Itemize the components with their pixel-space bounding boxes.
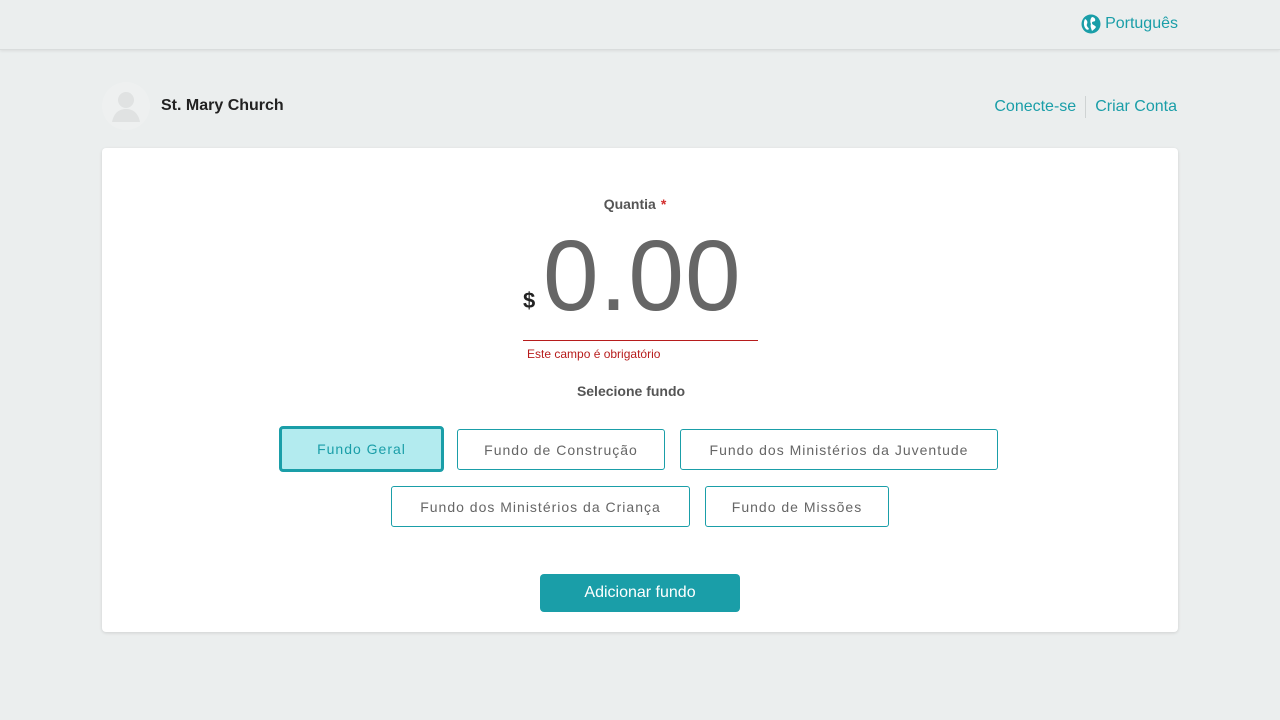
fund-option-youth-ministries[interactable]: Fundo dos Ministérios da Juventude [680, 429, 998, 470]
currency-symbol: $ [523, 288, 536, 313]
globe-icon [1081, 14, 1101, 34]
language-label: Português [1105, 15, 1178, 32]
fund-option-general[interactable]: Fundo Geral [279, 426, 444, 472]
amount-input[interactable]: $ 0.00 [523, 220, 758, 342]
org-name: St. Mary Church [161, 97, 284, 114]
auth-links: Conecte-se Criar Conta [994, 96, 1177, 118]
required-marker: * [660, 196, 667, 212]
amount-label-text: Quantia [603, 196, 656, 212]
org-header: St. Mary Church Conecte-se Criar Conta [102, 82, 1178, 130]
amount-underline [523, 340, 758, 341]
user-silhouette-icon [112, 92, 140, 122]
avatar [102, 82, 150, 130]
amount-label: Quantia * [102, 196, 1168, 212]
amount-value[interactable]: 0.00 [543, 220, 742, 332]
top-bar: Português [0, 0, 1280, 50]
fund-option-construction[interactable]: Fundo de Construção [457, 429, 665, 470]
amount-error-message: Este campo é obrigatório [527, 347, 661, 361]
signup-link[interactable]: Criar Conta [1095, 98, 1177, 116]
divider [1085, 96, 1087, 118]
fund-label: Selecione fundo [576, 383, 686, 399]
add-fund-button[interactable]: Adicionar fundo [540, 574, 740, 612]
donation-card: Quantia * $ 0.00 Este campo é obrigatório… [102, 148, 1178, 632]
login-link[interactable]: Conecte-se [994, 98, 1076, 116]
fund-option-missions[interactable]: Fundo de Missões [705, 486, 889, 527]
fund-option-children-ministries[interactable]: Fundo dos Ministérios da Criança [391, 486, 690, 527]
language-selector[interactable]: Português [1081, 14, 1178, 34]
